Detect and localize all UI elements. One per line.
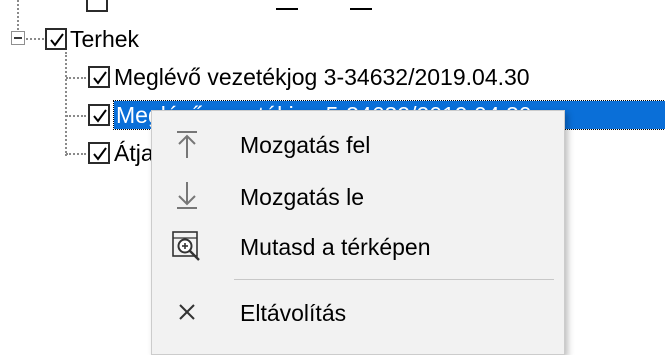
checkbox-child-3[interactable] (88, 142, 110, 164)
tree-item-partial (86, 0, 386, 14)
tree-guide (66, 115, 86, 117)
tree-guide (66, 153, 86, 155)
menu-item-move-up[interactable]: Mozgatás fel (152, 119, 564, 169)
tree-node-child-1[interactable]: Meglévő vezetékjog 3-34632/2019.04.30 (114, 63, 530, 91)
text-fragment (276, 8, 298, 10)
menu-item-label: Mutasd a térképen (240, 234, 431, 260)
menu-item-label: Mozgatás fel (240, 132, 371, 158)
context-menu: Mozgatás fel Mozgatás le Mutasd a térkép… (151, 110, 565, 355)
arrow-up-icon (170, 127, 204, 161)
tree-guide (65, 52, 67, 156)
checkbox-child-2[interactable] (88, 104, 110, 126)
tree-node-child-3[interactable]: Átja (114, 139, 154, 167)
tree-guide (66, 77, 86, 79)
checkbox-child-1[interactable] (88, 66, 110, 88)
menu-separator (234, 279, 554, 280)
zoom-map-icon (170, 229, 204, 263)
checkbox[interactable] (86, 0, 108, 12)
text-fragment (350, 8, 372, 10)
tree-guide (26, 38, 44, 40)
checkbox-terhek[interactable] (45, 28, 67, 50)
menu-item-remove[interactable]: Eltávolítás (152, 287, 564, 337)
collapse-toggle[interactable] (11, 31, 25, 45)
arrow-down-icon (170, 179, 204, 213)
menu-item-move-down[interactable]: Mozgatás le (152, 171, 564, 221)
menu-item-show-on-map[interactable]: Mutasd a térképen (152, 221, 564, 271)
tree-node-terhek[interactable]: Terhek (70, 25, 139, 53)
menu-item-label: Mozgatás le (240, 184, 365, 210)
menu-item-label: Eltávolítás (240, 300, 347, 326)
tree-guide (17, 0, 19, 30)
close-icon (170, 295, 204, 329)
